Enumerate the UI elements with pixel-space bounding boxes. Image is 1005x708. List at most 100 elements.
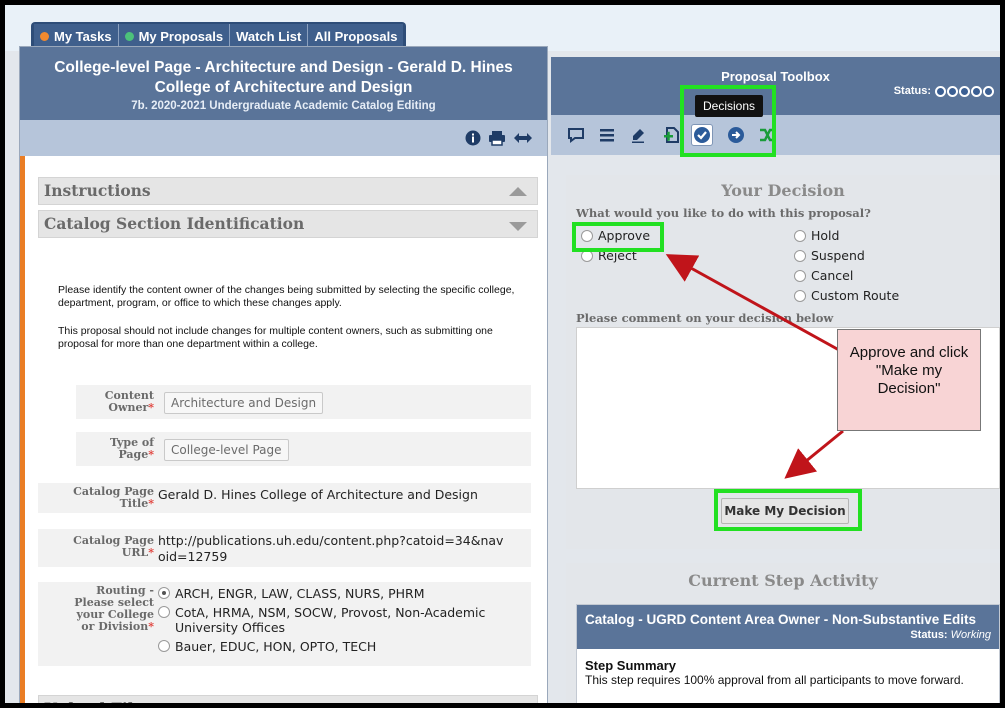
decision-option-custom-route[interactable]: Custom Route: [794, 288, 899, 303]
catalog-page-title-value[interactable]: Gerald D. Hines College of Architecture …: [158, 487, 528, 503]
status-label: Status:: [893, 85, 931, 97]
type-of-page-field: Type of Page* College-level Page: [76, 432, 531, 466]
proposal-action-bar: [20, 120, 547, 156]
tab-label: My Proposals: [138, 29, 224, 44]
form-content: Instructions Catalog Section Identificat…: [38, 177, 538, 243]
radio-icon: [794, 229, 806, 242]
step-status: Status: Working: [585, 629, 991, 641]
top-tab-bar: My Tasks My Proposals Watch List All Pro…: [5, 5, 1000, 51]
proposal-subtitle: 7b. 2020-2021 Undergraduate Academic Cat…: [131, 100, 436, 112]
status-progress-circles-icon: [935, 85, 994, 97]
info-icon[interactable]: [465, 130, 481, 150]
radio-icon: [794, 249, 806, 262]
radio-icon: [794, 289, 806, 302]
print-icon[interactable]: [488, 130, 506, 150]
routing-options: ARCH, ENGR, LAW, CLASS, NURS, PHRM CotA,…: [158, 586, 523, 654]
type-of-page-input[interactable]: College-level Page: [164, 439, 289, 461]
label-line: Title: [119, 497, 149, 510]
toolbox-title: Proposal Toolbox: [721, 69, 830, 84]
radio-icon: [158, 640, 170, 652]
callout-line: "Make my: [875, 362, 943, 379]
required-asterisk: *: [148, 448, 154, 461]
required-asterisk: *: [148, 546, 154, 559]
tab-label: Watch List: [236, 29, 302, 44]
option-label: Cancel: [811, 268, 854, 283]
radio-icon: [794, 269, 806, 282]
tab-list: My Tasks My Proposals Watch List All Pro…: [31, 22, 407, 49]
type-of-page-label: Type of Page*: [16, 437, 154, 461]
section-title: Instructions: [44, 181, 151, 200]
comment-icon[interactable]: [565, 124, 587, 146]
decision-option-suspend[interactable]: Suspend: [794, 248, 865, 263]
proposal-form-panel: College-level Page - Architecture and De…: [16, 46, 548, 703]
radio-selected-icon: [158, 587, 170, 599]
step-name: Catalog - UGRD Content Area Owner - Non-…: [585, 612, 977, 627]
instructions-paragraph-1: Please identify the content owner of the…: [58, 284, 515, 309]
current-step-title: Current Step Activity: [688, 571, 878, 590]
tab-label: My Tasks: [54, 29, 112, 44]
catalog-page-url-field: Catalog Page URL* http://publications.uh…: [38, 529, 531, 567]
highlight-approve-box: [572, 222, 664, 252]
section-catalog-identification[interactable]: Catalog Section Identification: [38, 210, 538, 238]
label-line: URL: [121, 546, 149, 559]
option-label: Hold: [811, 228, 840, 243]
radio-icon: [158, 606, 170, 618]
routing-option[interactable]: CotA, HRMA, NSM, SOCW, Provost, Non-Acad…: [158, 605, 523, 635]
proposal-title: College-level Page - Architecture and De…: [54, 59, 513, 96]
catalog-page-title-label: Catalog Page Title*: [38, 486, 154, 510]
callout-line: Decision": [877, 380, 941, 397]
callout-line: Approve and click: [849, 344, 969, 361]
current-step-activity-panel: Current Step Activity Catalog - UGRD Con…: [566, 563, 1000, 703]
expand-horizontal-icon[interactable]: [513, 130, 533, 150]
toolbox-status: Status:: [894, 85, 994, 97]
option-label: Custom Route: [811, 288, 900, 303]
label-line: Page: [118, 448, 149, 461]
proposal-header: College-level Page - Architecture and De…: [20, 47, 547, 120]
step-status-label: Status:: [910, 629, 948, 641]
instruction-callout: Approve and click "Make my Decision": [837, 329, 981, 431]
expand-down-icon: [509, 222, 527, 231]
required-asterisk: *: [148, 620, 154, 633]
content-owner-label: Content Owner*: [16, 390, 154, 414]
required-asterisk: *: [148, 497, 154, 510]
list-icon[interactable]: [596, 124, 618, 146]
step-card: Catalog - UGRD Content Area Owner - Non-…: [576, 604, 1000, 703]
collapse-up-icon: [509, 187, 527, 196]
option-label: ARCH, ENGR, LAW, CLASS, NURS, PHRM: [175, 586, 425, 601]
step-card-header: Catalog - UGRD Content Area Owner - Non-…: [577, 605, 999, 649]
routing-option[interactable]: Bauer, EDUC, HON, OPTO, TECH: [158, 639, 523, 654]
decision-question: What would you like to do with this prop…: [576, 206, 871, 220]
orange-dot-icon: [40, 32, 49, 41]
decision-option-hold[interactable]: Hold: [794, 228, 839, 243]
option-label: CotA, HRMA, NSM, SOCW, Provost, Non-Acad…: [175, 605, 486, 635]
required-asterisk: *: [148, 401, 154, 414]
section-instructions[interactable]: Instructions: [38, 177, 538, 205]
catalog-page-url-value[interactable]: http://publications.uh.edu/content.php?c…: [158, 533, 508, 565]
green-dot-icon: [124, 32, 134, 41]
option-label: Suspend: [811, 248, 865, 263]
catalog-page-url-label: Catalog Page URL*: [38, 535, 154, 559]
decision-option-cancel[interactable]: Cancel: [794, 268, 853, 283]
label-line: Owner: [108, 401, 149, 414]
catalog-page-title-field: Catalog Page Title* Gerald D. Hines Coll…: [38, 483, 531, 513]
section-title: Upload File: [44, 699, 144, 703]
section-upload-file[interactable]: Upload File: [38, 695, 538, 703]
tab-label: All Proposals: [314, 29, 398, 44]
form-left-accent: [20, 156, 25, 703]
routing-option[interactable]: ARCH, ENGR, LAW, CLASS, NURS, PHRM: [158, 586, 523, 601]
edit-pencil-icon[interactable]: [627, 124, 649, 146]
content-owner-input[interactable]: Architecture and Design: [164, 392, 324, 414]
instructions-paragraph-2: This proposal should not include changes…: [58, 325, 493, 350]
decision-comment-label: Please comment on your decision below: [576, 311, 834, 325]
routing-label: Routing - Please select your College or …: [38, 585, 154, 633]
section-title: Catalog Section Identification: [44, 214, 305, 233]
highlight-decision-button-box: [714, 489, 862, 531]
label-line: or Division: [81, 620, 149, 633]
decision-title: Your Decision: [721, 181, 845, 200]
step-summary: Step Summary This step requires 100% app…: [577, 649, 999, 697]
step-summary-text: This step requires 100% approval from al…: [585, 673, 964, 687]
highlight-toolbar-box: [680, 85, 776, 157]
step-summary-title: Step Summary: [585, 658, 677, 673]
routing-field: Routing - Please select your College or …: [38, 582, 531, 666]
screenshot-frame: My Tasks My Proposals Watch List All Pro…: [0, 0, 1005, 708]
